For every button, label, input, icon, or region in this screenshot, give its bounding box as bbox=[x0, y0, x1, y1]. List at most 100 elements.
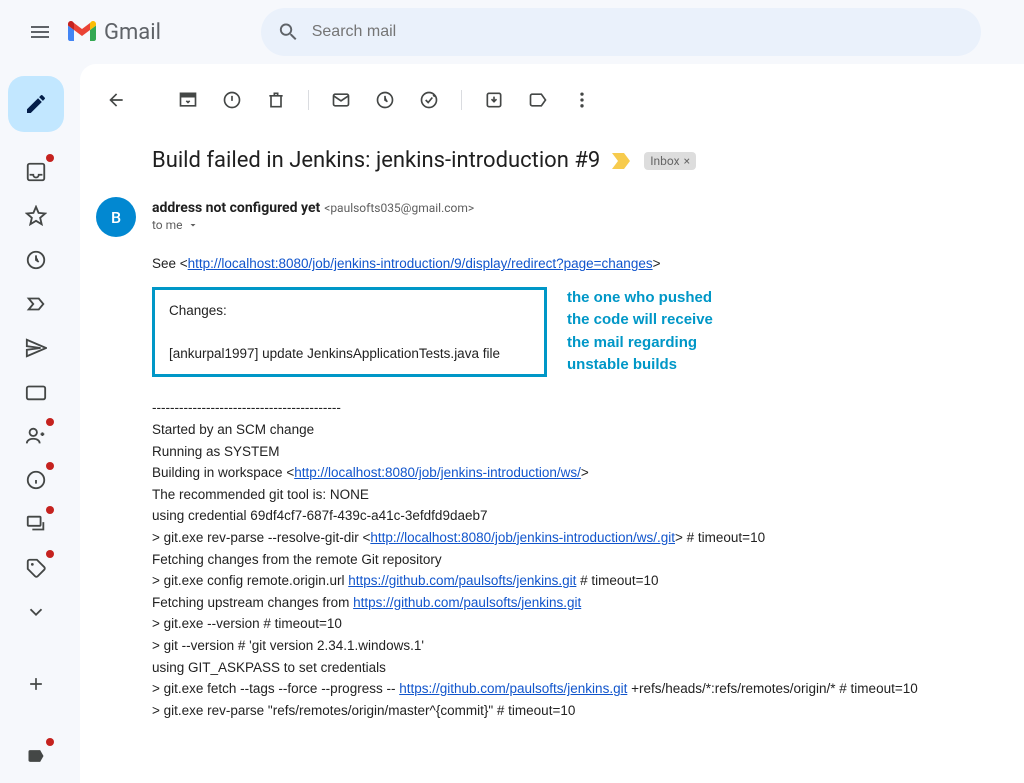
log-l10: > git.exe --version # timeout=10 bbox=[152, 613, 1024, 635]
main-area: Build failed in Jenkins: jenkins-introdu… bbox=[0, 64, 1024, 783]
sidebar-forums[interactable] bbox=[20, 508, 52, 540]
log-l5: using credential 69df4cf7-687f-439c-a41c… bbox=[152, 505, 1024, 527]
sidebar-sent[interactable] bbox=[20, 332, 52, 364]
recipient-text: to me bbox=[152, 218, 183, 232]
gitdir-link[interactable]: http://localhost:8080/job/jenkins-introd… bbox=[370, 530, 675, 545]
search-input[interactable] bbox=[312, 23, 965, 41]
star-icon bbox=[25, 205, 47, 227]
snooze-button[interactable] bbox=[365, 80, 405, 120]
sender-avatar: B bbox=[96, 197, 136, 237]
log-l12: using GIT_ASKPASS to set credentials bbox=[152, 657, 1024, 679]
sidebar-label[interactable] bbox=[20, 740, 52, 772]
recipient-row[interactable]: to me bbox=[152, 218, 1024, 232]
sidebar-new-label[interactable] bbox=[20, 668, 52, 700]
tag-icon bbox=[25, 557, 47, 579]
move-button[interactable] bbox=[474, 80, 514, 120]
back-button[interactable] bbox=[96, 80, 136, 120]
log-l2: Running as SYSTEM bbox=[152, 441, 1024, 463]
inbox-icon bbox=[25, 161, 47, 183]
sidebar-updates[interactable] bbox=[20, 464, 52, 496]
see-prefix: See < bbox=[152, 256, 188, 271]
sender-info: address not configured yet <paulsofts035… bbox=[152, 197, 1024, 232]
search-icon bbox=[277, 20, 300, 44]
sender-row: B address not configured yet <paulsofts0… bbox=[96, 197, 1024, 237]
chevron-down-icon bbox=[25, 601, 47, 623]
main-menu-button[interactable] bbox=[16, 8, 64, 56]
sender-email: <paulsofts035@gmail.com> bbox=[324, 201, 474, 215]
annotation-l2: the code will receive bbox=[567, 309, 713, 332]
sidebar-more[interactable] bbox=[20, 596, 52, 628]
more-button[interactable] bbox=[562, 80, 602, 120]
dropdown-icon bbox=[187, 219, 199, 231]
pencil-icon bbox=[24, 92, 48, 116]
spam-icon bbox=[222, 90, 242, 110]
clock-icon bbox=[25, 249, 47, 271]
trash-icon bbox=[266, 90, 286, 110]
label-icon bbox=[528, 90, 548, 110]
hamburger-icon bbox=[28, 20, 52, 44]
changes-line: [ankurpal1997] update JenkinsApplication… bbox=[169, 343, 530, 365]
gmail-logo-icon bbox=[68, 21, 96, 43]
people-icon bbox=[25, 425, 47, 447]
sidebar-snoozed[interactable] bbox=[20, 244, 52, 276]
archive-icon bbox=[178, 90, 198, 110]
delete-button[interactable] bbox=[256, 80, 296, 120]
info-icon bbox=[25, 469, 47, 491]
search-box[interactable] bbox=[261, 8, 981, 56]
send-icon bbox=[25, 337, 47, 359]
log-l7: Fetching changes from the remote Git rep… bbox=[152, 549, 1024, 571]
logo-text: Gmail bbox=[104, 20, 161, 45]
log-l11: > git --version # 'git version 2.34.1.wi… bbox=[152, 635, 1024, 657]
sidebar-drafts[interactable] bbox=[20, 376, 52, 408]
email-body: See <http://localhost:8080/job/jenkins-i… bbox=[152, 253, 1024, 721]
log-l4: The recommended git tool is: NONE bbox=[152, 484, 1024, 506]
changes-row: Changes: [ankurpal1997] update JenkinsAp… bbox=[152, 287, 1024, 378]
sidebar-inbox[interactable] bbox=[20, 156, 52, 188]
archive-button[interactable] bbox=[168, 80, 208, 120]
sidebar-starred[interactable] bbox=[20, 200, 52, 232]
annotation-l4: unstable builds bbox=[567, 354, 713, 377]
arrow-back-icon bbox=[106, 90, 126, 110]
label-icon bbox=[26, 746, 46, 766]
important-flag-icon bbox=[612, 153, 632, 169]
move-icon bbox=[484, 90, 504, 110]
log-l14: > git.exe rev-parse "refs/remotes/origin… bbox=[152, 700, 1024, 722]
email-content: Build failed in Jenkins: jenkins-introdu… bbox=[80, 64, 1024, 783]
annotation-l1: the one who pushed bbox=[567, 287, 713, 310]
more-vert-icon bbox=[572, 90, 592, 110]
see-suffix: > bbox=[653, 256, 661, 271]
add-task-button[interactable] bbox=[409, 80, 449, 120]
header: Gmail bbox=[0, 0, 1024, 64]
ws-link[interactable]: http://localhost:8080/job/jenkins-introd… bbox=[294, 465, 581, 480]
compose-button[interactable] bbox=[8, 76, 64, 132]
clock-icon bbox=[375, 90, 395, 110]
email-subject: Build failed in Jenkins: jenkins-introdu… bbox=[152, 148, 600, 173]
changes-box: Changes: [ankurpal1997] update JenkinsAp… bbox=[152, 287, 547, 378]
badge-label: Inbox bbox=[650, 154, 679, 168]
sidebar-social[interactable] bbox=[20, 420, 52, 452]
annotation: the one who pushed the code will receive… bbox=[567, 287, 713, 377]
close-icon[interactable]: × bbox=[684, 154, 690, 168]
upstream-link[interactable]: https://github.com/paulsofts/jenkins.git bbox=[353, 595, 581, 610]
subject-row: Build failed in Jenkins: jenkins-introdu… bbox=[152, 148, 1024, 173]
changes-title: Changes: bbox=[169, 300, 530, 322]
gmail-logo[interactable]: Gmail bbox=[68, 20, 161, 45]
sidebar-important[interactable] bbox=[20, 288, 52, 320]
log-divider: ----------------------------------------… bbox=[152, 397, 1024, 419]
important-marker[interactable] bbox=[612, 153, 632, 169]
email-body-wrap: Build failed in Jenkins: jenkins-introdu… bbox=[80, 128, 1024, 721]
see-link[interactable]: http://localhost:8080/job/jenkins-introd… bbox=[188, 256, 653, 271]
fetch-link[interactable]: https://github.com/paulsofts/jenkins.git bbox=[399, 681, 627, 696]
spam-button[interactable] bbox=[212, 80, 252, 120]
plus-icon bbox=[26, 674, 46, 694]
inbox-badge[interactable]: Inbox × bbox=[644, 152, 696, 170]
important-icon bbox=[25, 293, 47, 315]
log-l1: Started by an SCM change bbox=[152, 419, 1024, 441]
sidebar-promotions[interactable] bbox=[20, 552, 52, 584]
remote-link[interactable]: https://github.com/paulsofts/jenkins.git bbox=[348, 573, 576, 588]
task-icon bbox=[419, 90, 439, 110]
email-toolbar bbox=[80, 72, 1024, 128]
annotation-l3: the mail regarding bbox=[567, 332, 713, 355]
labels-button[interactable] bbox=[518, 80, 558, 120]
mark-unread-button[interactable] bbox=[321, 80, 361, 120]
